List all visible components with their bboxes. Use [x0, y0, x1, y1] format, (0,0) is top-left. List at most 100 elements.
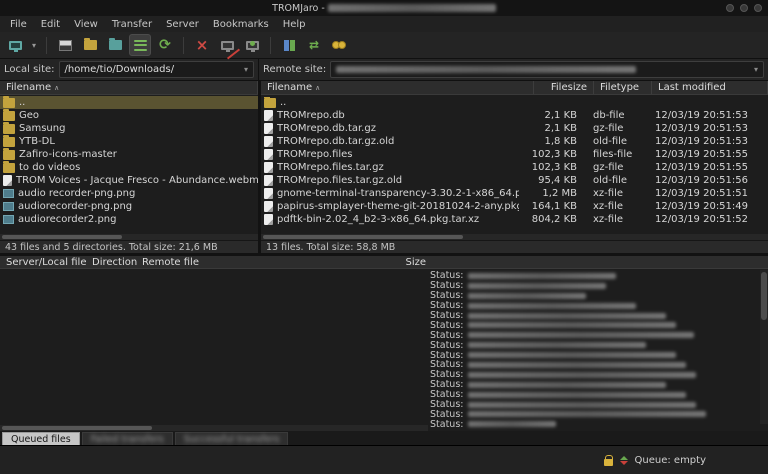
queue-status-row[interactable]: Status:: [0, 271, 768, 281]
file-icon: [264, 188, 273, 199]
filename-text: TROMrepo.db.tar.gz.old: [277, 136, 394, 147]
column-header-server-local-file[interactable]: Server/Local file: [6, 256, 87, 269]
queue-status-row[interactable]: Status:: [0, 281, 768, 291]
reconnect-button[interactable]: [241, 34, 263, 56]
menu-item[interactable]: Transfer: [105, 19, 159, 30]
menu-item[interactable]: Edit: [34, 19, 67, 30]
remote-file-row[interactable]: ..: [261, 96, 768, 109]
column-header-filename[interactable]: Filename ∧: [0, 81, 258, 94]
queue-horizontal-scrollbar[interactable]: [0, 425, 428, 431]
close-button[interactable]: [754, 4, 762, 12]
local-file-row[interactable]: Geo: [0, 109, 258, 122]
local-file-row[interactable]: TROM Voices - Jacque Fresco - Abundance.…: [0, 174, 258, 187]
queue-status-row[interactable]: Status:: [0, 311, 768, 321]
queue-status-row[interactable]: Status:: [0, 360, 768, 370]
scrollbar-thumb[interactable]: [263, 235, 463, 239]
disconnect-button[interactable]: [216, 34, 238, 56]
filename-text: Zafiro-icons-master: [19, 149, 117, 160]
queue-status-row[interactable]: Status:: [0, 301, 768, 311]
menu-item[interactable]: Bookmarks: [206, 19, 276, 30]
queue-status-row[interactable]: Status:: [0, 291, 768, 301]
queue-status-row[interactable]: Status:: [0, 400, 768, 410]
local-file-row[interactable]: Zafiro-icons-master: [0, 148, 258, 161]
column-header-filename[interactable]: Filename ∧: [261, 81, 534, 94]
filename-text: ..: [280, 97, 286, 108]
queue-status-row[interactable]: Status:: [0, 320, 768, 330]
local-horizontal-scrollbar[interactable]: [0, 234, 258, 240]
refresh-button[interactable]: ⟳: [154, 34, 176, 56]
local-file-row[interactable]: ..: [0, 96, 258, 109]
remote-horizontal-scrollbar[interactable]: [261, 234, 768, 240]
site-manager-dropdown-button[interactable]: ▾: [29, 34, 39, 56]
queue-tab[interactable]: Failed transfers: [82, 432, 173, 445]
queue-tab[interactable]: Queued files: [2, 432, 80, 445]
queue-status-row[interactable]: Status:: [0, 370, 768, 380]
queue-status-row[interactable]: Status:: [0, 390, 768, 400]
local-site-combo[interactable]: /home/tio/Downloads/ ▾: [59, 61, 254, 78]
queue-status-row[interactable]: Status:: [0, 330, 768, 340]
transfer-queue-toggle-button[interactable]: [129, 34, 151, 56]
queue-status-row[interactable]: Status:: [0, 380, 768, 390]
remote-tree-toggle-button[interactable]: [104, 34, 126, 56]
column-header-filesize[interactable]: Filesize: [534, 81, 594, 94]
remote-file-row[interactable]: papirus-smplayer-theme-git-20181024-2-an…: [261, 200, 768, 213]
column-header-size[interactable]: Size: [398, 256, 426, 269]
site-manager-button[interactable]: [4, 34, 26, 56]
local-tree-toggle-button[interactable]: [79, 34, 101, 56]
redacted-status-text: [468, 342, 646, 348]
local-site-label: Local site:: [4, 64, 55, 75]
remote-file-row[interactable]: TROMrepo.db.tar.gz.old 1,8 KB old-file 1…: [261, 135, 768, 148]
local-file-row[interactable]: audiorecorder2.png: [0, 213, 258, 226]
queue-status-row[interactable]: Status:: [0, 409, 768, 419]
menu-item[interactable]: File: [3, 19, 34, 30]
toolbar-separator: [183, 37, 184, 54]
filename-text: pdftk-bin-2.02_4_b2-3-x86_64.pkg.tar.xz: [277, 214, 479, 225]
redacted-status-text: [468, 283, 606, 289]
filetype-text: gz-file: [587, 123, 645, 134]
message-log-toggle-button[interactable]: [54, 34, 76, 56]
redacted-status-text: [468, 402, 696, 408]
sort-ascending-icon: ∧: [54, 84, 59, 92]
lock-icon[interactable]: [604, 459, 613, 466]
column-header-last-modified[interactable]: Last modified: [652, 81, 768, 94]
maximize-button[interactable]: [740, 4, 748, 12]
remote-file-row[interactable]: pdftk-bin-2.02_4_b2-3-x86_64.pkg.tar.xz …: [261, 213, 768, 226]
remote-file-row[interactable]: TROMrepo.files 102,3 KB files-file 12/03…: [261, 148, 768, 161]
queue-status-row[interactable]: Status:: [0, 350, 768, 360]
statusbar: Queue: empty: [0, 445, 768, 474]
filesize-text: 804,2 KB: [523, 214, 583, 225]
scrollbar-thumb[interactable]: [761, 272, 767, 320]
find-files-button[interactable]: [328, 34, 350, 56]
queue-tab[interactable]: Successful transfers: [175, 432, 289, 445]
cancel-button[interactable]: ×: [191, 34, 213, 56]
directory-comparison-button[interactable]: [278, 34, 300, 56]
queue-tabs: Queued filesFailed transfersSuccessful t…: [0, 431, 768, 445]
remote-status-text: 13 files. Total size: 58,8 MB: [261, 240, 768, 253]
remote-file-row[interactable]: TROMrepo.files.tar.gz.old 95,4 KB old-fi…: [261, 174, 768, 187]
local-file-row[interactable]: YTB-DL: [0, 135, 258, 148]
minimize-button[interactable]: [726, 4, 734, 12]
synchronized-browsing-button[interactable]: ⇄: [303, 34, 325, 56]
remote-file-row[interactable]: TROMrepo.files.tar.gz 102,3 KB gz-file 1…: [261, 161, 768, 174]
column-header-remote-file[interactable]: Remote file: [142, 256, 199, 269]
local-file-row[interactable]: audio recorder-png.png: [0, 187, 258, 200]
local-file-row[interactable]: audiorecorder-png.png: [0, 200, 258, 213]
remote-file-row[interactable]: TROMrepo.db 2,1 KB db-file 12/03/19 20:5…: [261, 109, 768, 122]
chevron-down-icon[interactable]: ▾: [244, 65, 248, 74]
chevron-down-icon[interactable]: ▾: [754, 65, 758, 74]
disconnect-icon: [221, 41, 234, 50]
column-header-filetype[interactable]: Filetype: [594, 81, 652, 94]
scrollbar-thumb[interactable]: [2, 235, 122, 239]
remote-file-row[interactable]: TROMrepo.db.tar.gz 2,1 KB gz-file 12/03/…: [261, 122, 768, 135]
local-file-row[interactable]: Samsung: [0, 122, 258, 135]
remote-site-combo[interactable]: ▾: [330, 61, 764, 78]
remote-file-row[interactable]: gnome-terminal-transparency-3.30.2-1-x86…: [261, 187, 768, 200]
menu-item[interactable]: Help: [276, 19, 313, 30]
queue-status-row[interactable]: Status:: [0, 340, 768, 350]
column-header-direction[interactable]: Direction: [92, 256, 137, 269]
local-file-row[interactable]: to do videos: [0, 161, 258, 174]
queue-vertical-scrollbar[interactable]: [760, 270, 768, 424]
menu-item[interactable]: Server: [159, 19, 206, 30]
scrollbar-thumb[interactable]: [2, 426, 152, 430]
menu-item[interactable]: View: [67, 19, 105, 30]
